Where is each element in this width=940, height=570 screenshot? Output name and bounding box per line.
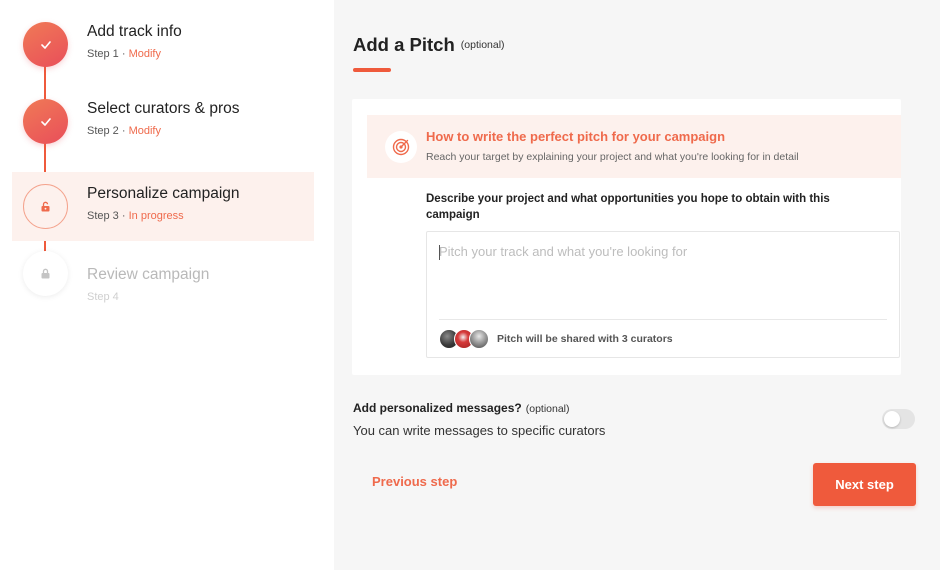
lock-icon xyxy=(41,268,50,279)
step-2-badge xyxy=(23,99,68,144)
step-4-badge xyxy=(23,251,68,296)
step-review-campaign: Review campaign Step 4 xyxy=(12,241,314,310)
next-step-button[interactable]: Next step xyxy=(813,463,916,506)
text-caret xyxy=(439,245,440,260)
step-subtitle: Step 1 · Modify xyxy=(87,48,161,60)
page-title-text: Add a Pitch xyxy=(353,34,455,55)
pitch-textarea[interactable] xyxy=(427,232,899,318)
curator-avatars xyxy=(439,329,499,349)
step-title: Personalize campaign xyxy=(87,185,240,202)
toggle-knob xyxy=(884,411,900,427)
page-title: Add a Pitch (optional) xyxy=(353,34,505,56)
check-icon xyxy=(40,117,51,126)
step-add-track-info: Add track info Step 1 · Modify xyxy=(12,10,314,79)
share-info-text: Pitch will be shared with 3 curators xyxy=(497,333,673,345)
step-number: Step 1 xyxy=(87,48,119,60)
step-1-badge xyxy=(23,22,68,67)
main-content: Add a Pitch (optional) How to write the p… xyxy=(334,0,940,570)
tip-icon-badge xyxy=(385,131,417,163)
step-separator: · xyxy=(118,48,129,60)
modify-link[interactable]: Modify xyxy=(129,125,161,137)
step-subtitle: Step 4 xyxy=(87,291,119,303)
personalized-messages-toggle[interactable] xyxy=(882,409,915,429)
target-icon xyxy=(392,138,410,156)
step-separator: · xyxy=(118,210,129,222)
step-number: Step 3 xyxy=(87,210,119,222)
check-icon xyxy=(40,40,51,49)
step-3-badge xyxy=(23,184,68,229)
step-select-curators: Select curators & pros Step 2 · Modify xyxy=(12,87,314,156)
personalized-messages-label: Add personalized messages? xyxy=(353,401,522,415)
personalized-messages-title: Add personalized messages? (optional) xyxy=(353,401,570,415)
optional-label: (optional) xyxy=(525,403,570,415)
pitch-card: How to write the perfect pitch for your … xyxy=(352,99,901,375)
tip-title: How to write the perfect pitch for your … xyxy=(426,129,726,144)
step-title: Add track info xyxy=(87,23,182,40)
step-status: In progress xyxy=(128,210,184,222)
unlock-icon xyxy=(41,201,50,212)
step-separator: · xyxy=(118,125,129,137)
step-subtitle: Step 2 · Modify xyxy=(87,125,161,137)
step-subtitle: Step 3 · In progress xyxy=(87,210,184,222)
step-number: Step 4 xyxy=(87,291,119,303)
personalized-messages-subtitle: You can write messages to specific curat… xyxy=(353,423,606,438)
pitch-field-label: Describe your project and what opportuni… xyxy=(426,193,830,221)
avatar xyxy=(469,329,489,349)
optional-label: (optional) xyxy=(460,39,505,51)
step-title: Select curators & pros xyxy=(87,100,240,117)
pitch-textarea-box: Pitch will be shared with 3 curators xyxy=(426,231,900,358)
tip-subtitle: Reach your target by explaining your pro… xyxy=(426,151,799,163)
pitch-tip-banner: How to write the perfect pitch for your … xyxy=(367,115,901,178)
progress-sidebar: Add track info Step 1 · Modify Select cu… xyxy=(0,0,334,570)
step-personalize-campaign: Personalize campaign Step 3 · In progres… xyxy=(12,172,314,241)
step-number: Step 2 xyxy=(87,125,119,137)
step-title: Review campaign xyxy=(87,266,210,283)
title-underline xyxy=(353,68,391,72)
modify-link[interactable]: Modify xyxy=(129,48,161,60)
previous-step-button[interactable]: Previous step xyxy=(372,474,457,489)
share-divider xyxy=(439,319,887,320)
